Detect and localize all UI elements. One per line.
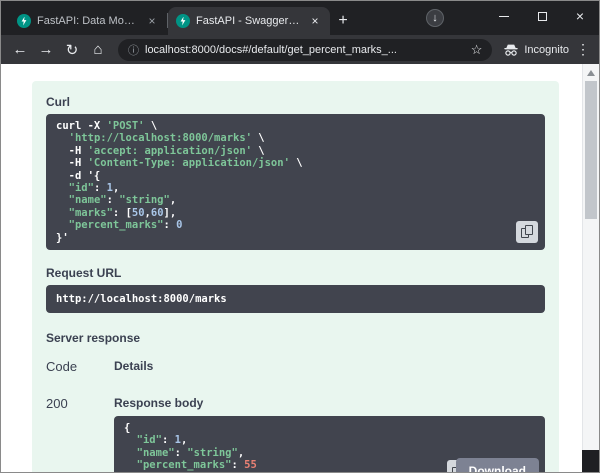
scrollbar-corner (582, 450, 599, 472)
tab-close-icon[interactable]: × (308, 14, 322, 28)
request-url-label: Request URL (46, 266, 545, 280)
new-tab-button[interactable]: + (330, 8, 356, 34)
site-info-icon[interactable]: ⓘ (128, 42, 139, 58)
url-text[interactable]: localhost:8000/docs#/default/get_percent… (145, 44, 465, 56)
maximize-icon (538, 12, 547, 21)
address-bar[interactable]: ⓘ localhost:8000/docs#/default/get_perce… (118, 39, 492, 61)
minimize-button[interactable] (485, 1, 523, 31)
copy-curl-button[interactable] (516, 221, 538, 243)
close-button[interactable]: × (561, 1, 599, 31)
response-body-block: { "id": 1, "name": "string", "percent_ma… (114, 416, 545, 473)
back-icon[interactable]: ← (7, 41, 33, 58)
curl-label: Curl (46, 95, 545, 109)
incognito-icon (503, 43, 519, 57)
fastapi-favicon (17, 14, 31, 28)
curl-block: curl -X 'POST' \ 'http://localhost:8000/… (46, 114, 545, 250)
window-controls: × (485, 1, 599, 31)
bookmark-star-icon[interactable]: ☆ (471, 42, 483, 58)
forward-icon[interactable]: → (33, 41, 59, 58)
response-row: 200 Response body { "id": 1, "name": "st… (46, 396, 545, 473)
browser-titlebar: FastAPI: Data Models. Lear × FastAPI - S… (1, 1, 599, 35)
lightning-icon (21, 17, 27, 26)
minimize-icon (499, 16, 509, 17)
home-icon[interactable]: ⌂ (85, 41, 111, 58)
code-column-header: Code (46, 359, 114, 374)
menu-dots-icon[interactable]: ⋮ (573, 41, 593, 58)
incognito-label: Incognito (524, 44, 569, 56)
curl-code: curl -X 'POST' \ 'http://localhost:8000/… (56, 120, 535, 244)
tab-swagger-ui[interactable]: FastAPI - Swagger UI × (168, 7, 330, 35)
tab-title: FastAPI: Data Models. Lear (37, 15, 139, 27)
page-content: Curl curl -X 'POST' \ 'http://localhost:… (1, 64, 599, 472)
lightning-icon (180, 17, 186, 26)
response-table-header: Code Details (46, 359, 545, 374)
request-url-value: http://localhost:8000/marks (46, 285, 545, 313)
scrollbar-thumb[interactable] (585, 81, 597, 219)
clipboard-icon (521, 225, 534, 239)
incognito-badge: Incognito (503, 43, 569, 57)
tab-close-icon[interactable]: × (145, 14, 159, 28)
tab-title: FastAPI - Swagger UI (196, 15, 302, 27)
scroll-up-arrow-icon[interactable] (587, 70, 595, 76)
downloads-icon[interactable]: ↓ (426, 9, 444, 27)
browser-toolbar: ← → ↻ ⌂ ⓘ localhost:8000/docs#/default/g… (1, 35, 599, 64)
maximize-button[interactable] (523, 1, 561, 31)
vertical-scrollbar[interactable] (582, 64, 599, 472)
browser-window: FastAPI: Data Models. Lear × FastAPI - S… (0, 0, 600, 473)
server-response-label: Server response (46, 331, 545, 345)
refresh-icon[interactable]: ↻ (59, 41, 85, 59)
download-button[interactable]: Download (456, 458, 539, 473)
tab-fastapi-data-models[interactable]: FastAPI: Data Models. Lear × (9, 7, 167, 35)
swagger-opblock: Curl curl -X 'POST' \ 'http://localhost:… (32, 81, 559, 472)
response-body-label: Response body (114, 396, 545, 410)
status-code: 200 (46, 396, 114, 473)
details-column-header: Details (114, 359, 153, 374)
fastapi-favicon (176, 14, 190, 28)
